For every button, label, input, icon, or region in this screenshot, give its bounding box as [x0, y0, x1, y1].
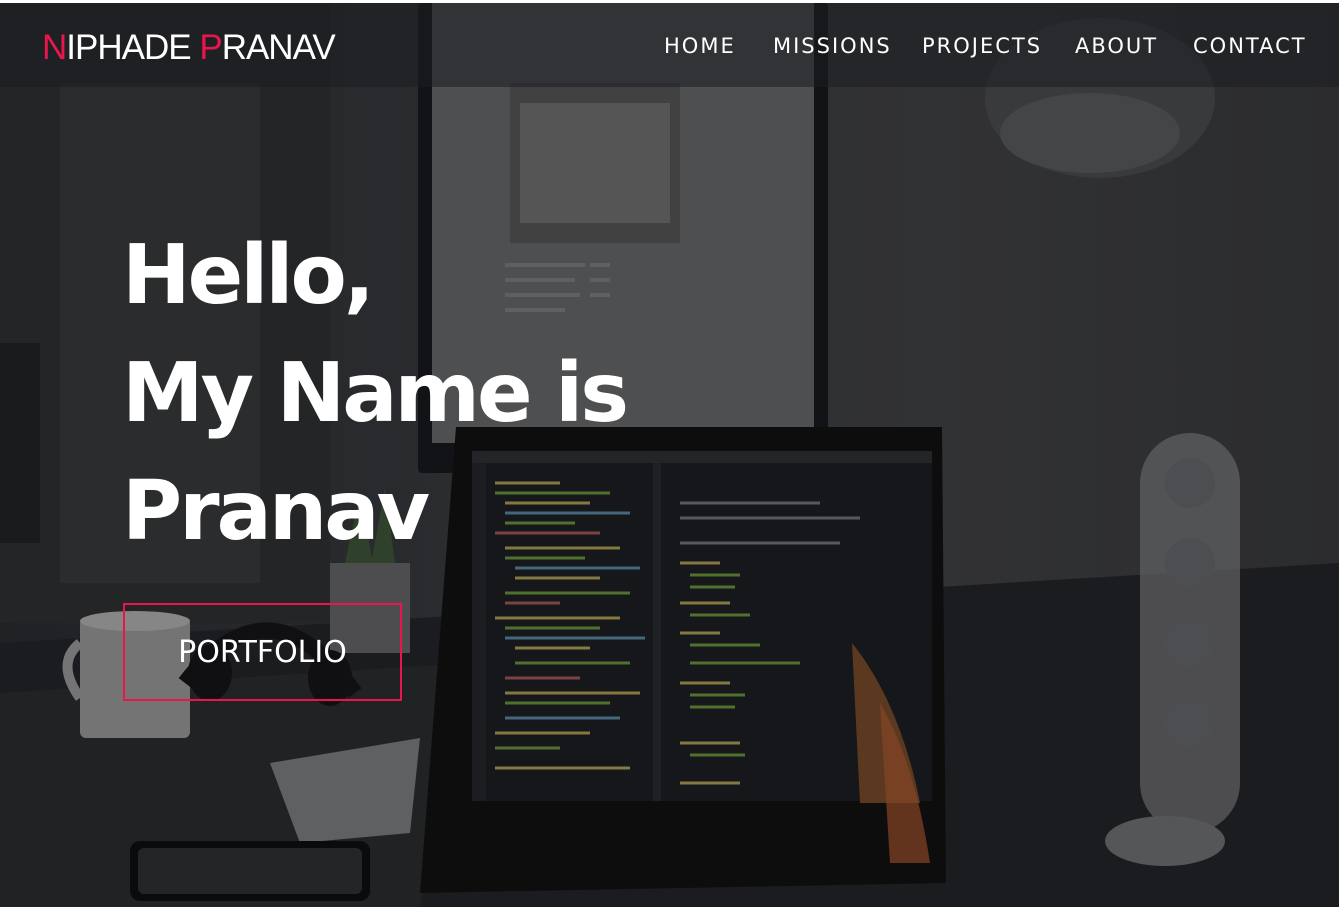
brand-first-name: IPHADE	[66, 28, 200, 67]
nav-about-link[interactable]: ABOUT	[1075, 32, 1158, 60]
hero-line-greeting: Hello,	[122, 228, 375, 323]
brand-initial-p: P	[199, 28, 222, 67]
brand-logo[interactable]: NIPHADE PRANAV	[42, 28, 336, 68]
brand-last-name: RANAV	[221, 28, 336, 67]
nav-home-link[interactable]: HOME	[664, 32, 736, 60]
navbar: NIPHADE PRANAV HOME MISSIONS PROJECTS AB…	[0, 3, 1339, 87]
brand-initial-n: N	[42, 28, 67, 67]
nav-projects-link[interactable]: PROJECTS	[922, 32, 1042, 60]
hero-section: NIPHADE PRANAV HOME MISSIONS PROJECTS AB…	[0, 3, 1339, 907]
nav-missions-link[interactable]: MISSIONS	[773, 32, 892, 60]
portfolio-button[interactable]: PORTFOLIO	[123, 603, 402, 701]
hero-headline: Hello, My Name is Pranav	[122, 217, 629, 571]
hero-line-name: Pranav	[122, 464, 430, 559]
nav-contact-link[interactable]: CONTACT	[1193, 32, 1307, 60]
hero-line-name-intro: My Name is	[122, 346, 629, 441]
